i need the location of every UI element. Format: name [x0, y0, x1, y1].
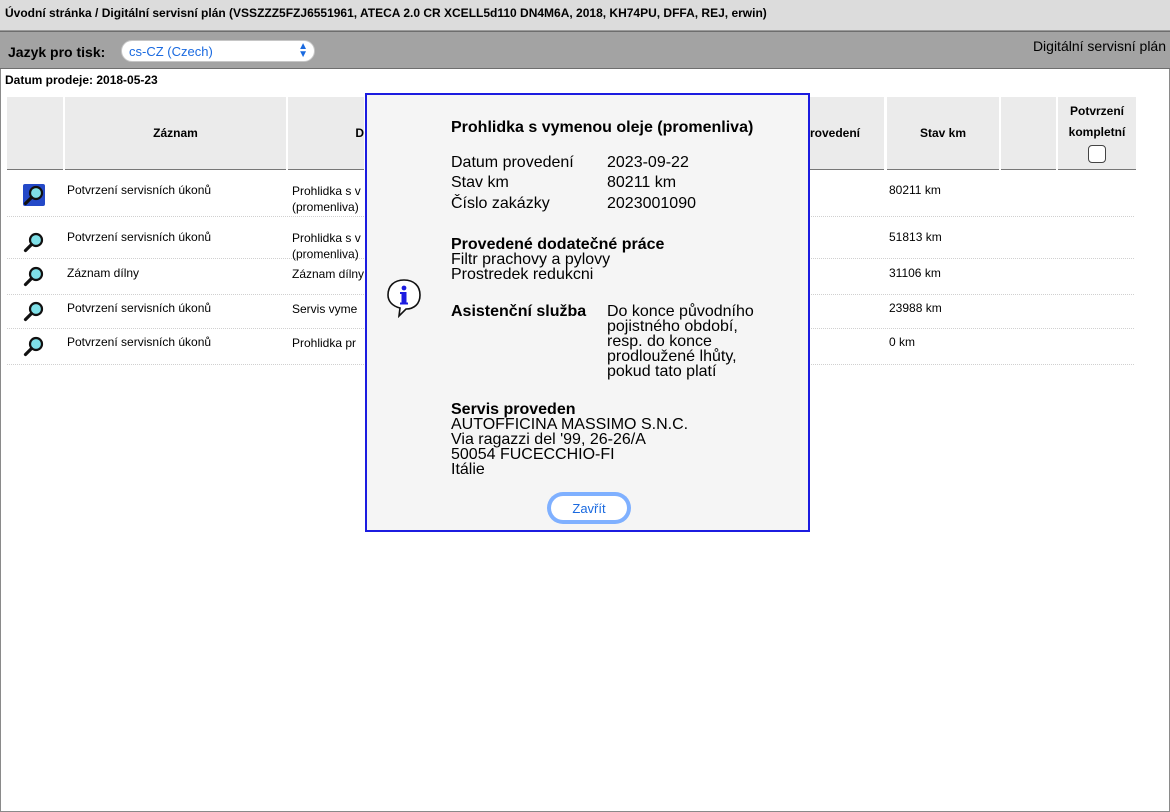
row-km: 31106 km — [889, 266, 941, 280]
date-value: 2023-09-22 — [607, 154, 689, 171]
service-provider-section: Servis proveden AUTOFFICINA MASSIMO S.N.… — [451, 402, 688, 478]
close-button[interactable]: Zavřít — [547, 492, 631, 524]
row-type: Potvrzení servisních úkonů — [67, 183, 212, 197]
header-date: rovedení — [810, 97, 884, 169]
assistance-line: pokud tato platí — [607, 363, 717, 380]
extra-work-item: Prostredek redukcni — [451, 266, 594, 283]
row-km: 80211 km — [889, 183, 941, 197]
print-language-select[interactable]: cs-CZ (Czech) ▲ ▼ — [121, 40, 315, 62]
sale-date: Datum prodeje: 2018-05-23 — [5, 73, 158, 87]
row-km: 51813 km — [889, 230, 942, 244]
confirm-all-checkbox[interactable] — [1088, 145, 1106, 163]
row-km: 0 km — [889, 335, 916, 349]
row-description-line2: (promenliva) — [292, 200, 359, 214]
print-language-value: cs-CZ (Czech) — [129, 44, 213, 59]
provider-country: Itálie — [451, 461, 485, 478]
info-icon — [385, 278, 423, 319]
service-detail-dialog: Prohlidka s vymenou oleje (promenliva) D… — [365, 93, 810, 532]
assistance-label: Asistenční služba — [451, 303, 587, 320]
order-label: Číslo zakázky — [451, 195, 550, 212]
app-title: Digitální servisní plán — [1032, 38, 1166, 54]
extra-work-section: Provedené dodatečné práce Filtr prachovy… — [451, 237, 664, 283]
header-confirm-line1: Potvrzení — [1069, 104, 1124, 118]
magnifier-icon[interactable] — [23, 300, 45, 322]
header-confirm: Potvrzení kompletní — [1058, 97, 1136, 169]
header-cell-icon — [7, 97, 63, 169]
toolbar: Jazyk pro tisk: cs-CZ (Czech) ▲ ▼ Digitál… — [0, 31, 1170, 69]
row-type: Potvrzení servisních úkonů — [67, 230, 212, 244]
header-record: Záznam — [65, 97, 286, 169]
row-description: Prohlidka pr — [292, 336, 357, 350]
row-description: Servis vyme — [292, 302, 358, 316]
header-confirm-line2: kompletní — [1068, 125, 1126, 139]
km-label: Stav km — [451, 174, 509, 191]
date-label: Datum provedení — [451, 154, 574, 171]
print-language-label: Jazyk pro tisk: — [8, 44, 106, 60]
header-blank — [1001, 97, 1056, 169]
updown-chevron-icon: ▲ ▼ — [298, 41, 308, 60]
breadcrumb-bar: Úvodní stránka / Digitální servisní plán… — [0, 0, 1170, 31]
row-description: Prohlidka s v (promenliva) — [292, 230, 368, 262]
dialog-title: Prohlidka s vymenou oleje (promenliva) — [451, 119, 754, 136]
row-description: Záznam dílny — [292, 267, 365, 281]
row-km: 23988 km — [889, 301, 942, 315]
assistance-value: Do konce původního pojistného období, re… — [607, 304, 754, 380]
breadcrumb: Úvodní stránka / Digitální servisní plán… — [5, 6, 767, 20]
magnifier-icon[interactable] — [23, 184, 45, 206]
row-description-line1: Prohlidka s v — [292, 231, 361, 245]
order-value: 2023001090 — [607, 195, 696, 212]
km-value: 80211 km — [607, 174, 677, 191]
row-description-line1: Prohlidka s v — [292, 184, 361, 198]
close-button-label: Zavřít — [551, 496, 627, 520]
assistance-label-text: Asistenční služba — [451, 303, 587, 320]
header-description: D — [288, 97, 364, 169]
header-km: Stav km — [887, 97, 999, 169]
row-type: Potvrzení servisních úkonů — [67, 335, 212, 349]
magnifier-icon[interactable] — [23, 231, 45, 253]
magnifier-icon[interactable] — [23, 335, 45, 357]
magnifier-icon[interactable] — [23, 265, 45, 287]
row-description: Prohlidka s v (promenliva) — [292, 183, 368, 215]
row-type: Potvrzení servisních úkonů — [67, 301, 212, 315]
row-type: Záznam dílny — [67, 266, 140, 280]
